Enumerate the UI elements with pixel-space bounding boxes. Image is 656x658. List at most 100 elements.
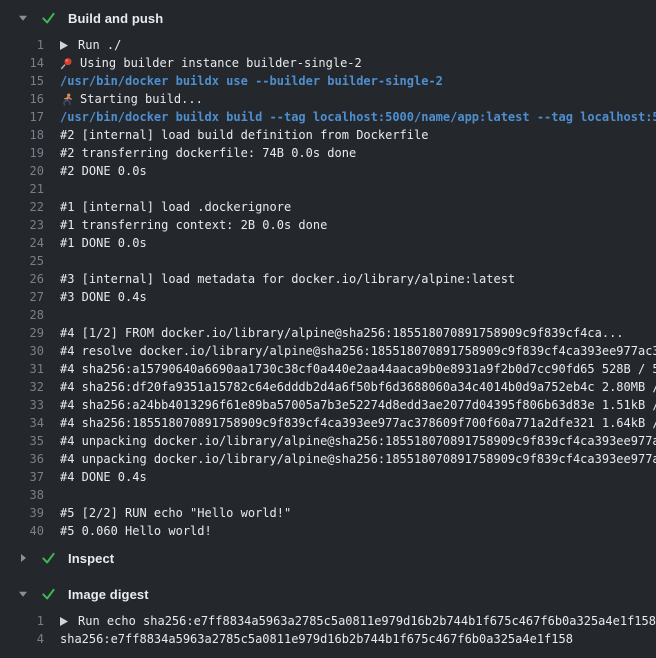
log-line: 15/usr/bin/docker buildx use --builder b…	[0, 72, 656, 90]
line-number[interactable]: 4	[0, 632, 44, 646]
log-text: sha256:e7ff8834a5963a2785c5a0811e979d16b…	[60, 632, 573, 646]
log-line: 4 sha256:e7ff8834a5963a2785c5a0811e979d16…	[0, 630, 656, 648]
log-line: 1 Run ./	[0, 36, 656, 54]
log-line: 18#2 [internal] load build definition fr…	[0, 126, 656, 144]
line-number[interactable]: 19	[0, 146, 44, 160]
log-line: 23#1 transferring context: 2B 0.0s done	[0, 216, 656, 234]
line-content: /usr/bin/docker buildx build --tag local…	[60, 110, 656, 124]
line-content: #1 [internal] load .dockerignore	[60, 200, 656, 214]
line-content: #4 unpacking docker.io/library/alpine@sh…	[60, 434, 656, 448]
log-text: #4 sha256:df20fa9351a15782c64e6dddb2d4a6…	[60, 380, 656, 394]
log-text: #4 resolve docker.io/library/alpine@sha2…	[60, 344, 656, 358]
line-number[interactable]: 34	[0, 416, 44, 430]
log-line: 37 #4 DONE 0.4s	[0, 468, 656, 486]
log-line: 35 #4 unpacking docker.io/library/alpine@…	[0, 432, 656, 450]
log-text: #3 DONE 0.4s	[60, 290, 147, 304]
log-line: 36 #4 unpacking docker.io/library/alpine@…	[0, 450, 656, 468]
chevron-down-icon[interactable]	[18, 589, 28, 599]
log-line: 16 Starting build...	[0, 90, 656, 108]
line-number[interactable]: 37	[0, 470, 44, 484]
line-content: #4 sha256:a24bb4013296f61e89ba57005a7b3e…	[60, 398, 656, 412]
line-number[interactable]: 36	[0, 452, 44, 466]
log-line: 30 #4 resolve docker.io/library/alpine@sh…	[0, 342, 656, 360]
line-content: sha256:e7ff8834a5963a2785c5a0811e979d16b…	[60, 632, 656, 646]
line-number[interactable]: 17	[0, 110, 44, 124]
line-number[interactable]: 32	[0, 380, 44, 394]
line-content: #2 transferring dockerfile: 74B 0.0s don…	[60, 146, 656, 160]
section-header-image-digest[interactable]: Image digest	[0, 576, 656, 612]
play-icon[interactable]	[60, 41, 68, 50]
actions-log-viewer: Build and push 1 Run ./ 14Using builder ins…	[0, 0, 656, 658]
log-line: 22 #1 [internal] load .dockerignore	[0, 198, 656, 216]
log-line: 20 #2 DONE 0.0s	[0, 162, 656, 180]
line-content: #5 0.060 Hello world!	[60, 524, 656, 538]
log-text[interactable]: Run echo sha256:e7ff8834a5963a2785c5a081…	[78, 614, 656, 628]
line-content: #4 [1/2] FROM docker.io/library/alpine@s…	[60, 326, 656, 340]
line-number[interactable]: 26	[0, 272, 44, 286]
line-content: #4 DONE 0.4s	[60, 470, 656, 484]
line-number[interactable]: 14	[0, 56, 44, 70]
line-number[interactable]: 21	[0, 182, 44, 196]
log-text: #4 sha256:a24bb4013296f61e89ba57005a7b3e…	[60, 398, 656, 412]
check-icon	[41, 551, 56, 565]
log-text: #2 DONE 0.0s	[60, 164, 147, 178]
log-line: 1 Run echo sha256:e7ff8834a5963a2785c5a08…	[0, 612, 656, 630]
log-line: 29 #4 [1/2] FROM docker.io/library/alpine…	[0, 324, 656, 342]
section-body-image-digest: 1 Run echo sha256:e7ff8834a5963a2785c5a08…	[0, 612, 656, 648]
section-header-build-and-push[interactable]: Build and push	[0, 0, 656, 36]
line-number[interactable]: 29	[0, 326, 44, 340]
log-text: #4 sha256:a15790640a6690aa1730c38cf0a440…	[60, 362, 656, 376]
log-text: #5 [2/2] RUN echo "Hello world!"	[60, 506, 291, 520]
log-text: #5 0.060 Hello world!	[60, 524, 212, 538]
log-text: #2 transferring dockerfile: 74B 0.0s don…	[60, 146, 356, 160]
line-content: Run echo sha256:e7ff8834a5963a2785c5a081…	[60, 614, 656, 628]
line-content: /usr/bin/docker buildx use --builder bui…	[60, 74, 656, 88]
line-number[interactable]: 22	[0, 200, 44, 214]
line-content: #3 DONE 0.4s	[60, 290, 656, 304]
play-icon[interactable]	[60, 617, 68, 626]
log-line: 27 #3 DONE 0.4s	[0, 288, 656, 306]
line-number[interactable]: 27	[0, 290, 44, 304]
line-number[interactable]: 16	[0, 92, 44, 106]
log-text[interactable]: Run ./	[78, 38, 121, 52]
chevron-right-icon[interactable]	[18, 553, 28, 563]
line-number[interactable]: 28	[0, 308, 44, 322]
log-text: #3 [internal] load metadata for docker.i…	[60, 272, 515, 286]
line-number[interactable]: 20	[0, 164, 44, 178]
line-number[interactable]: 33	[0, 398, 44, 412]
log-text: #4 [1/2] FROM docker.io/library/alpine@s…	[60, 326, 624, 340]
log-line: 39 #5 [2/2] RUN echo "Hello world!"	[0, 504, 656, 522]
line-number[interactable]: 18	[0, 128, 44, 142]
line-content: #4 sha256:a15790640a6690aa1730c38cf0a440…	[60, 362, 656, 376]
log-line: 21	[0, 180, 656, 198]
line-number[interactable]: 30	[0, 344, 44, 358]
log-text: #4 DONE 0.4s	[60, 470, 147, 484]
line-number[interactable]: 1	[0, 38, 44, 52]
log-text: #4 sha256:185518070891758909c9f839cf4ca3…	[60, 416, 656, 430]
line-content: #4 resolve docker.io/library/alpine@sha2…	[60, 344, 656, 358]
line-number[interactable]: 40	[0, 524, 44, 538]
line-content: #5 [2/2] RUN echo "Hello world!"	[60, 506, 656, 520]
log-line: 31 #4 sha256:a15790640a6690aa1730c38cf0a4…	[0, 360, 656, 378]
line-number[interactable]: 1	[0, 614, 44, 628]
log-line: 25	[0, 252, 656, 270]
line-number[interactable]: 31	[0, 362, 44, 376]
section-header-inspect[interactable]: Inspect	[0, 540, 656, 576]
line-content: Starting build...	[60, 92, 656, 106]
pushpin-icon[interactable]	[60, 57, 73, 70]
log-line: 24#1 DONE 0.0s	[0, 234, 656, 252]
line-number[interactable]: 35	[0, 434, 44, 448]
line-number[interactable]: 25	[0, 254, 44, 268]
runner-icon[interactable]	[60, 93, 73, 106]
line-content: #4 unpacking docker.io/library/alpine@sh…	[60, 452, 656, 466]
line-content: #2 DONE 0.0s	[60, 164, 656, 178]
chevron-down-icon[interactable]	[18, 13, 28, 23]
line-number[interactable]: 24	[0, 236, 44, 250]
line-number[interactable]: 23	[0, 218, 44, 232]
line-number[interactable]: 39	[0, 506, 44, 520]
line-number[interactable]: 15	[0, 74, 44, 88]
log-line: 19 #2 transferring dockerfile: 74B 0.0s d…	[0, 144, 656, 162]
line-number[interactable]: 38	[0, 488, 44, 502]
line-content: #4 sha256:df20fa9351a15782c64e6dddb2d4a6…	[60, 380, 656, 394]
log-line: 14Using builder instance builder-single-…	[0, 54, 656, 72]
